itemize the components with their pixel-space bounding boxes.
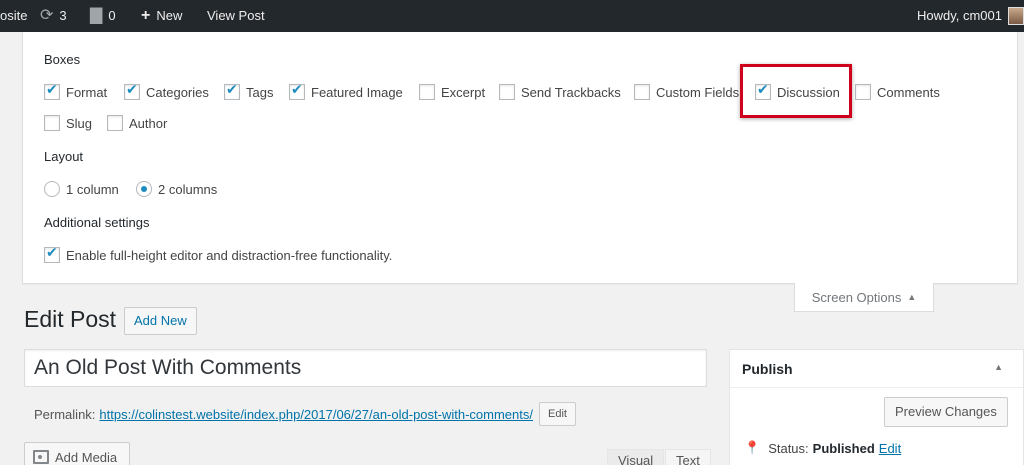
admin-bar: osite ⟳ 3 ▇ 0 + New View Post Howdy, cm0… <box>0 0 1024 32</box>
publish-box-title: Publish <box>742 360 793 377</box>
boxes-heading: Boxes <box>44 52 81 67</box>
additional-settings-heading: Additional settings <box>44 215 150 230</box>
publish-box-header[interactable]: Publish ▲ <box>730 350 1023 388</box>
page-title: Edit Post <box>24 306 117 332</box>
tab-text[interactable]: Text <box>665 449 711 465</box>
layout-heading: Layout <box>44 149 84 164</box>
tags-checkbox[interactable] <box>224 82 240 100</box>
post-status-row: 📍 Status: Published Edit <box>744 440 901 456</box>
comments-checkbox[interactable] <box>855 84 871 100</box>
two-columns-radio[interactable] <box>136 181 152 197</box>
box-option-slug[interactable]: Slug <box>44 115 92 131</box>
categories-checkbox[interactable] <box>124 82 140 100</box>
box-option-author[interactable]: Author <box>107 115 167 131</box>
avatar[interactable] <box>1008 7 1024 25</box>
full-height-editor-option[interactable]: Enable full-height editor and distractio… <box>44 245 392 263</box>
box-option-custom-fields[interactable]: Custom Fields <box>634 84 739 100</box>
box-option-featured-image[interactable]: Featured Image <box>289 82 403 100</box>
box-option-send-trackbacks[interactable]: Send Trackbacks <box>499 84 621 100</box>
box-option-categories[interactable]: Categories <box>124 82 209 100</box>
permalink-edit-button[interactable]: Edit <box>539 402 576 426</box>
layout-option-1-column[interactable]: 1 column <box>44 181 119 197</box>
box-option-format[interactable]: Format <box>44 82 107 100</box>
collapse-toggle-icon[interactable]: ▲ <box>994 362 1003 372</box>
media-icon <box>33 450 49 464</box>
featured-image-checkbox[interactable] <box>289 82 305 100</box>
box-option-comments[interactable]: Comments <box>855 84 940 100</box>
status-label: Status: <box>768 440 809 456</box>
updates-icon: ⟳ <box>40 7 54 24</box>
plus-icon: + <box>141 7 151 24</box>
full-height-editor-checkbox[interactable] <box>44 245 60 263</box>
updates-link[interactable]: ⟳ 3 <box>40 0 67 32</box>
send-trackbacks-checkbox[interactable] <box>499 84 515 100</box>
permalink-row: Permalink: https://colinstest.website/in… <box>34 402 576 426</box>
view-post-link[interactable]: View Post <box>207 0 265 32</box>
status-edit-link[interactable]: Edit <box>879 441 901 456</box>
box-option-excerpt[interactable]: Excerpt <box>419 84 485 100</box>
one-column-radio[interactable] <box>44 181 60 197</box>
arrow-up-icon: ▲ <box>907 292 917 302</box>
screen-options-tab[interactable]: Screen Options ▲ <box>794 283 934 312</box>
add-media-button[interactable]: Add Media <box>24 442 130 465</box>
add-new-button[interactable]: Add New <box>124 307 197 335</box>
format-checkbox[interactable] <box>44 82 60 100</box>
account-menu[interactable]: Howdy, cm001 <box>917 0 1002 32</box>
pin-icon: 📍 <box>744 440 761 455</box>
slug-checkbox[interactable] <box>44 115 60 131</box>
permalink-label: Permalink: <box>34 406 96 422</box>
custom-fields-checkbox[interactable] <box>634 84 650 100</box>
new-content-link[interactable]: + New <box>141 0 182 32</box>
publish-box: Publish ▲ Preview Changes 📍 Status: Publ… <box>729 349 1024 465</box>
discussion-highlight-box <box>740 64 852 118</box>
author-checkbox[interactable] <box>107 115 123 131</box>
status-value: Published <box>812 440 875 456</box>
excerpt-checkbox[interactable] <box>419 84 435 100</box>
layout-option-2-columns[interactable]: 2 columns <box>136 181 217 197</box>
site-name-link[interactable]: osite <box>0 0 27 32</box>
preview-changes-button[interactable]: Preview Changes <box>884 397 1008 427</box>
screen-options-panel: Boxes Format Categories Tags Featured Im… <box>22 32 1018 284</box>
box-option-tags[interactable]: Tags <box>224 82 273 100</box>
comment-bubble-icon: ▇ <box>90 7 103 24</box>
tab-visual[interactable]: Visual <box>607 449 665 465</box>
permalink-url-link[interactable]: https://colinstest.website/index.php/201… <box>99 407 533 422</box>
post-title-input[interactable]: An Old Post With Comments <box>24 349 707 387</box>
comments-link[interactable]: ▇ 0 <box>90 0 116 32</box>
